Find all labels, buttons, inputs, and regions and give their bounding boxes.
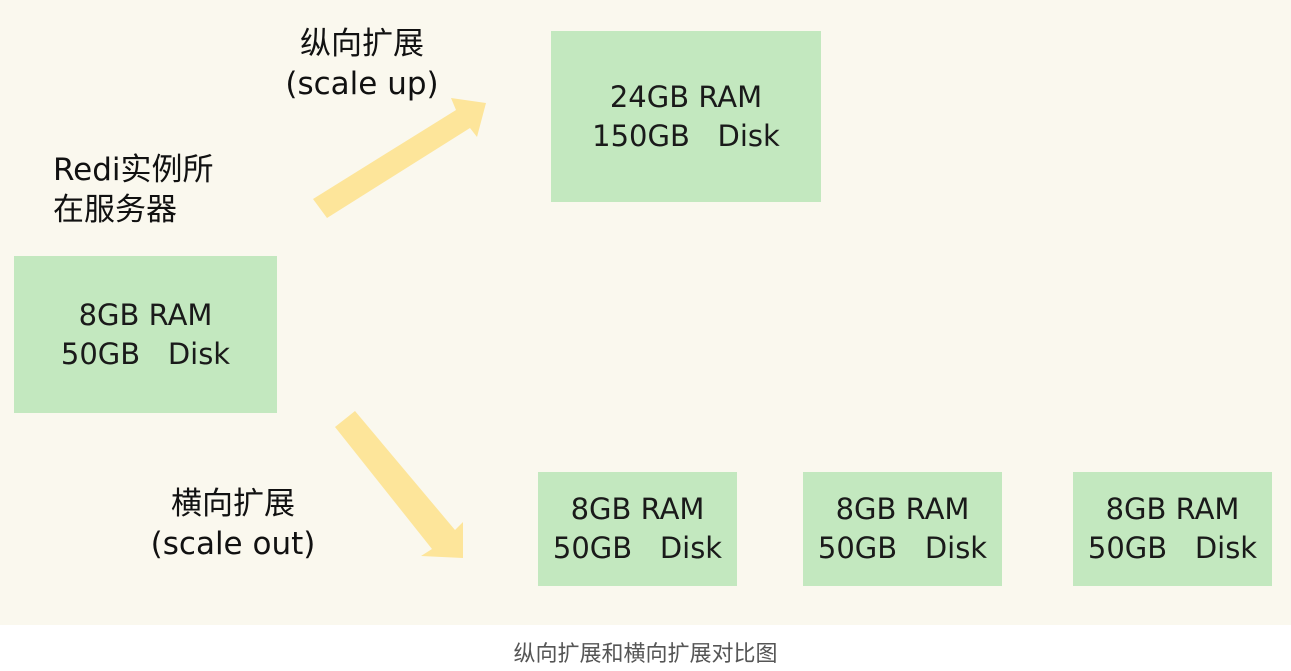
scale-out-server-box-2: 8GB RAM 50GB Disk — [803, 472, 1002, 586]
scale-up-server-box: 24GB RAM 150GB Disk — [551, 31, 821, 202]
server-label-line2: 在服务器 — [53, 192, 177, 228]
ram-text: 24GB RAM — [609, 79, 763, 114]
diagram-canvas: Redi实例所 在服务器 8GB RAM 50GB Disk 纵向扩展 (scale… — [0, 0, 1291, 625]
scale-up-subtitle: (scale up) — [285, 66, 439, 102]
server-label-line1: Redi实例所 — [53, 152, 214, 188]
scale-out-server-box-3: 8GB RAM 50GB Disk — [1073, 472, 1272, 586]
disk-text: 50GB Disk — [1087, 531, 1258, 565]
ram-text: 8GB RAM — [78, 297, 213, 332]
scale-out-subtitle: (scale out) — [150, 526, 316, 562]
scale-up-arrow — [313, 98, 486, 218]
ram-text: 8GB RAM — [835, 492, 970, 526]
disk-text: 50GB Disk — [60, 336, 231, 371]
scale-out-title: 横向扩展 — [171, 486, 295, 522]
disk-text: 50GB Disk — [817, 531, 988, 565]
ram-text: 8GB RAM — [570, 492, 705, 526]
scale-out-server-box-1: 8GB RAM 50GB Disk — [538, 472, 737, 586]
scale-out-label: 横向扩展 (scale out) — [140, 484, 326, 564]
original-server-box: 8GB RAM 50GB Disk — [14, 256, 277, 413]
scale-up-label: 纵向扩展 (scale up) — [276, 24, 448, 104]
figure-caption: 纵向扩展和横向扩展对比图 — [513, 642, 778, 667]
disk-text: 50GB Disk — [552, 531, 723, 565]
scale-up-title: 纵向扩展 — [300, 26, 424, 62]
ram-text: 8GB RAM — [1105, 492, 1240, 526]
server-label: Redi实例所 在服务器 — [53, 150, 214, 230]
scale-out-arrow — [335, 411, 463, 558]
disk-text: 150GB Disk — [592, 118, 780, 153]
